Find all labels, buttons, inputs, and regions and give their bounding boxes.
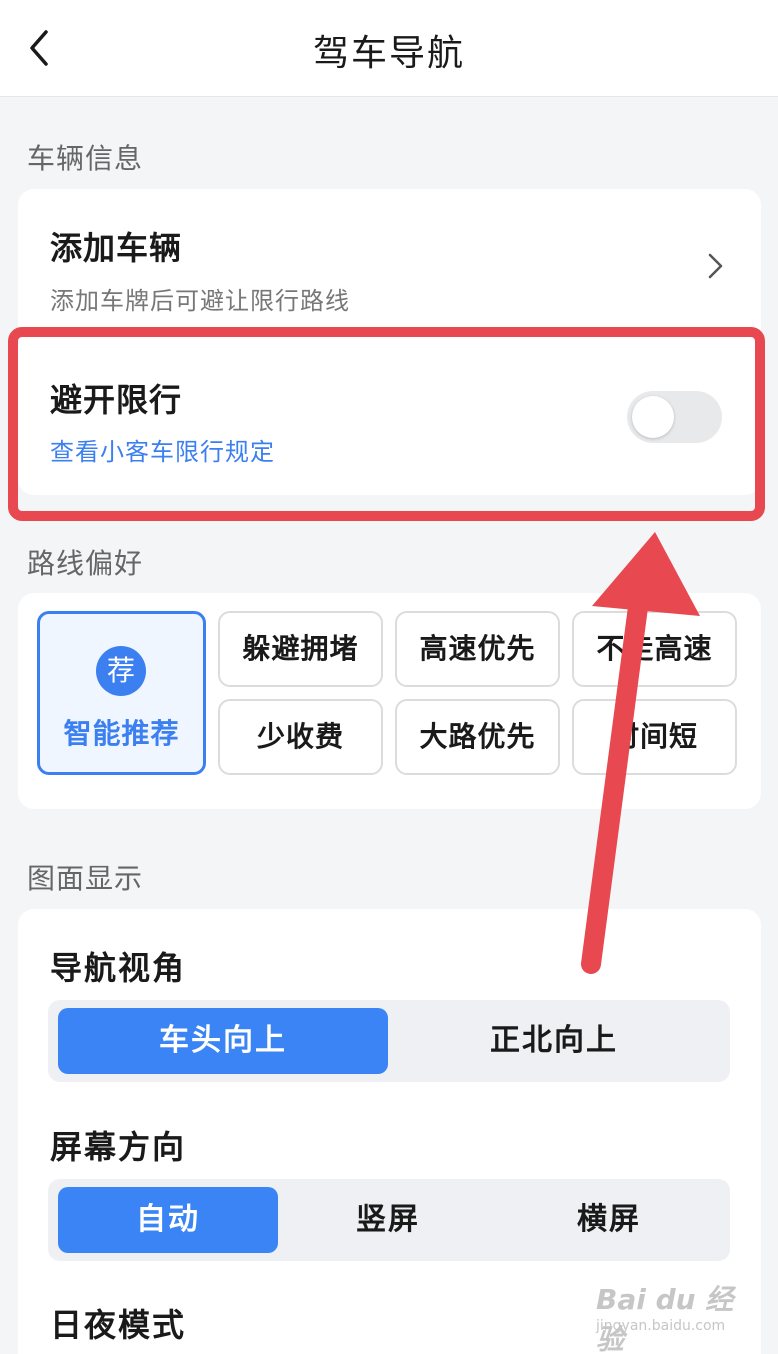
watermark-sub: jingyan.baidu.com (596, 1318, 726, 1334)
watermark-main: Bai du 经验 (596, 1283, 734, 1354)
baidu-watermark: Bai du 经验 jingyan.baidu.com (590, 1270, 750, 1354)
annotation-arrow-icon (581, 532, 700, 974)
